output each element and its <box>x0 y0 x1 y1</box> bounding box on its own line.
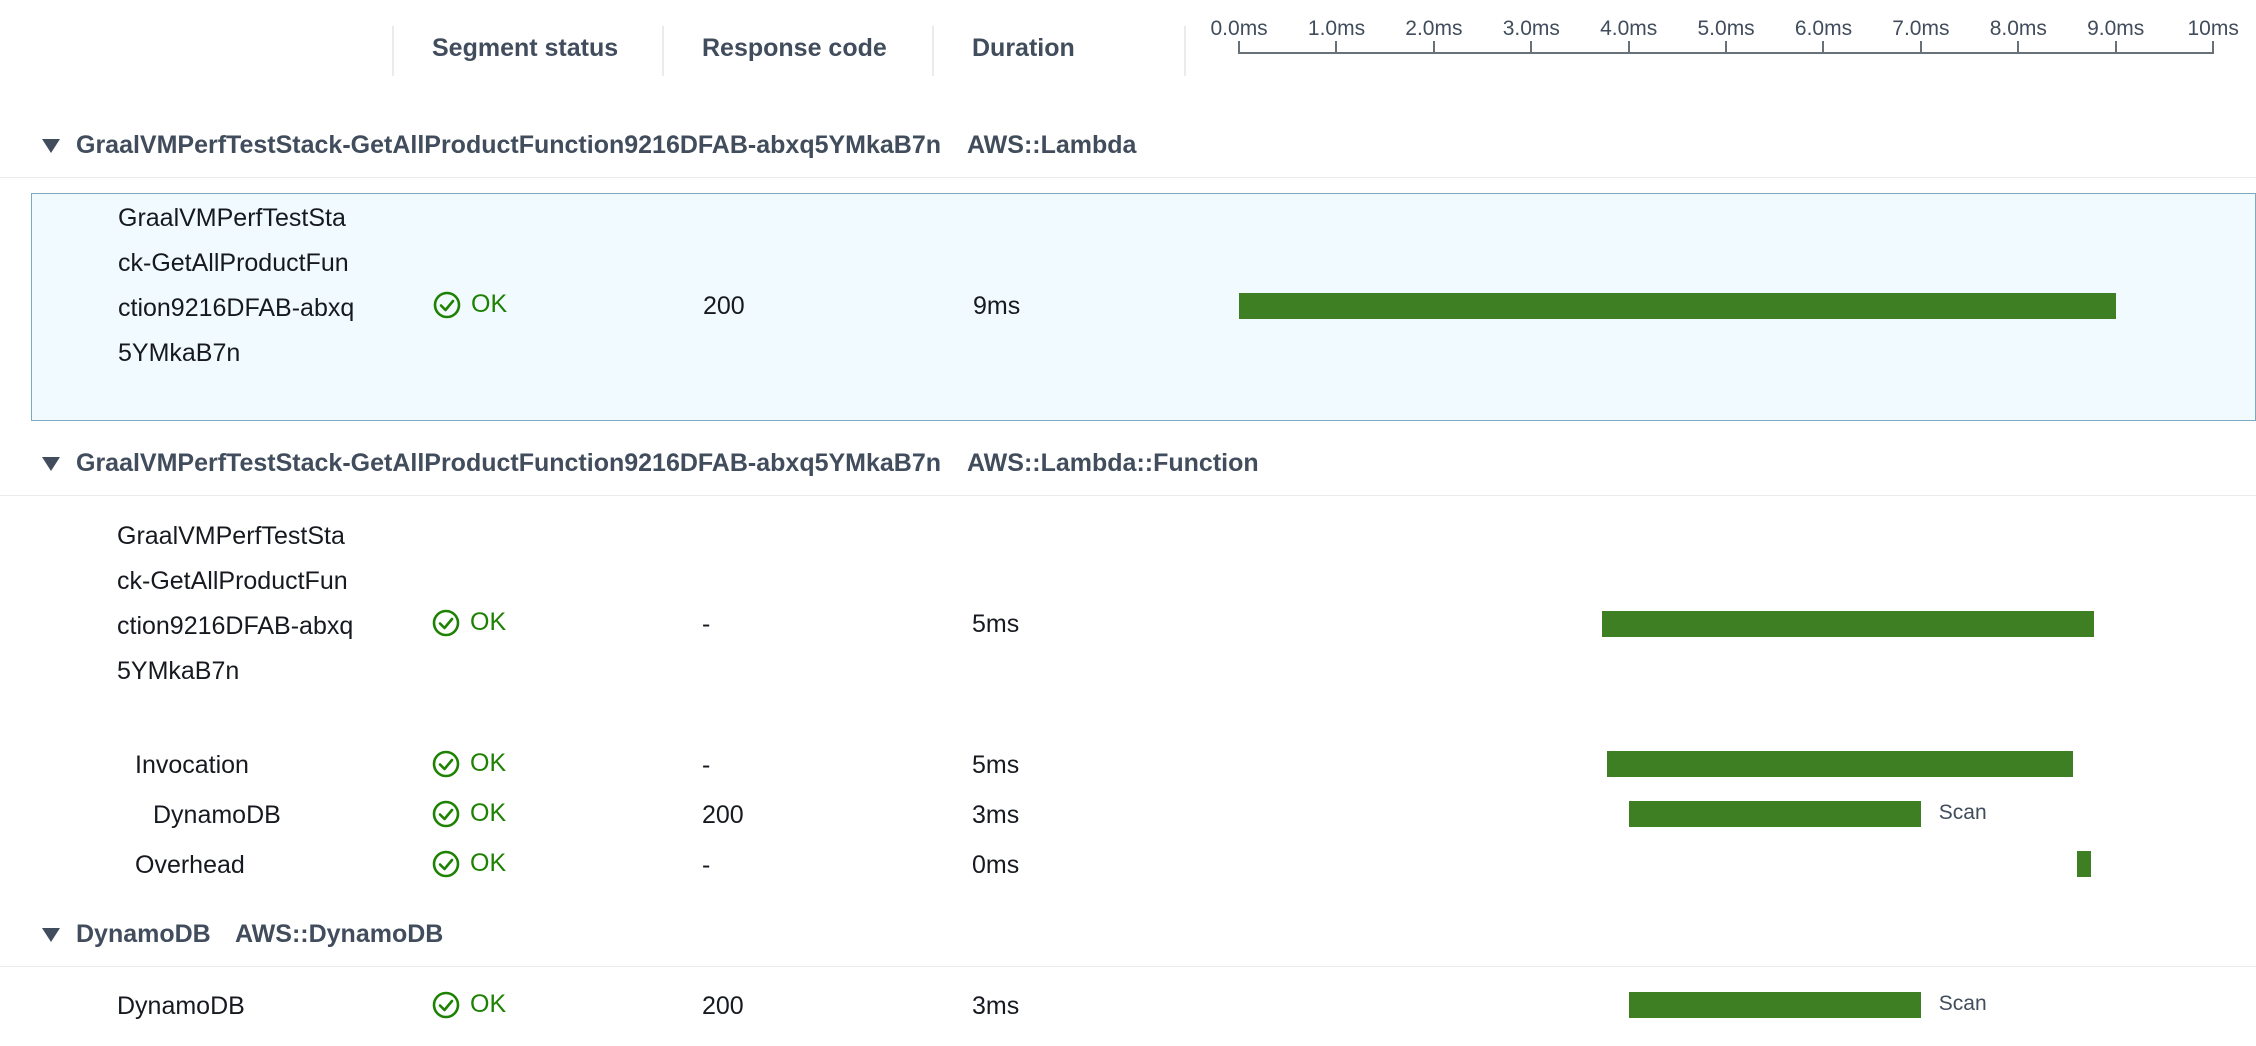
segment-name: GraalVMPerfTestStack-GetAllProductFuncti… <box>118 204 355 367</box>
timeline-tick <box>1432 41 1435 53</box>
check-circle-icon <box>432 800 460 827</box>
timeline-bar[interactable] <box>1628 992 1921 1018</box>
timeline-tick-label: 9.0ms <box>2087 17 2145 40</box>
timeline-tick <box>1822 41 1825 53</box>
status-ok: OK <box>432 849 506 878</box>
timeline-bar[interactable] <box>1602 611 2095 637</box>
segment-name: DynamoDB <box>153 801 281 829</box>
timeline-tick-label: 0.0ms <box>1210 17 1268 40</box>
check-circle-icon <box>433 291 461 318</box>
status-ok: OK <box>432 990 506 1019</box>
status-ok: OK <box>432 749 506 778</box>
column-header-segment-status[interactable]: Segment status <box>432 34 618 63</box>
check-circle-icon <box>432 750 460 777</box>
timeline-tick-label: 2.0ms <box>1405 17 1463 40</box>
column-divider <box>662 26 664 76</box>
group-type: AWS::DynamoDB <box>235 920 444 948</box>
timeline-tick-label: 4.0ms <box>1600 17 1658 40</box>
group-name: GraalVMPerfTestStack-GetAllProductFuncti… <box>76 131 942 159</box>
timeline-tick-label: 6.0ms <box>1794 17 1853 40</box>
timeline-tick <box>2212 41 2214 53</box>
timeline-tick <box>1238 41 1240 53</box>
group-header[interactable]: GraalVMPerfTestStack-GetAllProductFuncti… <box>0 435 2256 496</box>
status-text: OK <box>470 799 507 827</box>
timeline-tick-label: 10ms <box>2187 17 2239 40</box>
timeline-tick-label: 7.0ms <box>1892 17 1950 40</box>
group-name: GraalVMPerfTestStack-GetAllProductFuncti… <box>76 449 942 477</box>
timeline-tick <box>1627 41 1630 53</box>
timeline-tick <box>1725 41 1727 53</box>
collapse-triangle-icon[interactable] <box>42 928 60 942</box>
column-divider <box>392 26 394 76</box>
timeline-tick <box>1530 41 1533 53</box>
check-circle-icon <box>432 609 460 636</box>
check-circle-icon <box>432 850 460 877</box>
segment-name: Invocation <box>135 751 249 779</box>
group-header[interactable]: DynamoDB AWS::DynamoDB <box>0 906 2256 967</box>
status-text: OK <box>470 849 507 877</box>
group-header[interactable]: GraalVMPerfTestStack-GetAllProductFuncti… <box>0 117 2256 178</box>
status-text: OK <box>470 749 507 777</box>
column-header-duration[interactable]: Duration <box>972 34 1075 63</box>
timeline-tick-label: 3.0ms <box>1502 17 1560 40</box>
group-type: AWS::Lambda::Function <box>967 449 1259 477</box>
response-code: 200 <box>703 292 745 320</box>
timeline-tick-label: 5.0ms <box>1697 17 1755 40</box>
timeline-bar-label: Scan <box>1938 992 1987 1015</box>
status-text: OK <box>470 608 507 636</box>
collapse-triangle-icon[interactable] <box>42 139 60 153</box>
segment-name: GraalVMPerfTestStack-GetAllProductFuncti… <box>117 522 354 685</box>
group-type: AWS::Lambda <box>967 131 1137 159</box>
column-divider <box>932 26 934 76</box>
duration: 0ms <box>972 851 1020 879</box>
segment-name: Overhead <box>135 851 245 879</box>
status-ok: OK <box>432 799 506 828</box>
duration: 3ms <box>972 992 1020 1020</box>
timeline-bar-label: Scan <box>1938 801 1987 824</box>
status-text: OK <box>470 990 507 1018</box>
collapse-triangle-icon[interactable] <box>42 457 60 471</box>
response-code: - <box>702 610 711 638</box>
table-row[interactable]: Overhead OK - 0ms <box>0 845 2256 885</box>
timeline-tick <box>2114 41 2117 53</box>
timeline-bar[interactable] <box>1607 751 2073 777</box>
column-header-response-code[interactable]: Response code <box>702 34 887 63</box>
timeline-tick <box>2017 41 2020 53</box>
timeline-bar[interactable] <box>2076 851 2092 877</box>
timeline-tick-label: 8.0ms <box>1989 17 2047 40</box>
duration: 5ms <box>972 610 1020 638</box>
timeline-tick <box>1335 41 1338 53</box>
response-code: 200 <box>702 992 744 1020</box>
column-divider <box>1184 26 1186 76</box>
timeline-tick-label: 1.0ms <box>1307 17 1366 40</box>
duration: 9ms <box>973 292 1021 320</box>
status-ok: OK <box>433 290 507 319</box>
segment-name: DynamoDB <box>117 992 245 1020</box>
timeline-bar[interactable] <box>1628 801 1921 827</box>
response-code: 200 <box>702 801 744 829</box>
duration: 5ms <box>972 751 1020 779</box>
timeline-tick <box>1919 41 1922 53</box>
check-circle-icon <box>432 991 460 1018</box>
timeline-bar[interactable] <box>1239 293 2116 319</box>
response-code: - <box>702 751 711 779</box>
group-name: DynamoDB <box>76 920 211 948</box>
status-ok: OK <box>432 608 506 637</box>
status-text: OK <box>471 290 508 318</box>
duration: 3ms <box>972 801 1020 829</box>
response-code: - <box>702 851 711 879</box>
